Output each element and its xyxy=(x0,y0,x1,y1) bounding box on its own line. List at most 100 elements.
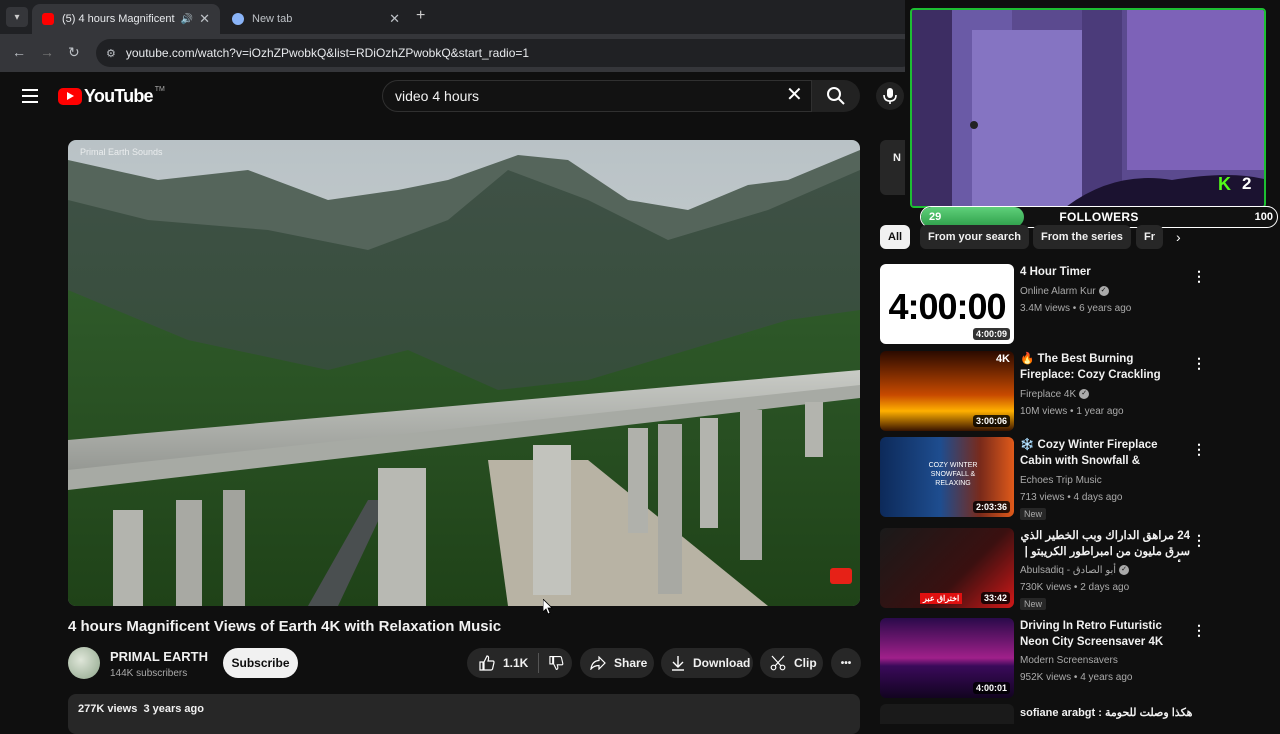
rec-thumbnail[interactable]: اختراق عبر 33:42 xyxy=(880,528,1014,608)
rec-meta: 10M views • 1 year ago xyxy=(1020,406,1124,417)
rec-item[interactable]: 4:00:00 4:00:09 4 Hour Timer Online Alar… xyxy=(880,264,1210,346)
menu-icon[interactable] xyxy=(22,89,38,103)
rec-channel: Online Alarm Kur xyxy=(1020,286,1096,297)
channel-name[interactable]: PRIMAL EARTH xyxy=(110,649,208,664)
rec-thumbnail[interactable]: COZY WINTER SNOWFALL & RELAXING 2:03:36 xyxy=(880,437,1014,517)
youtube-favicon-icon xyxy=(42,13,54,25)
forward-icon[interactable]: → xyxy=(40,44,54,60)
rec-channel-row[interactable]: Online Alarm Kur ✓ xyxy=(1020,286,1109,297)
more-options-icon[interactable]: ⋮ xyxy=(1192,268,1206,285)
back-icon[interactable]: ← xyxy=(12,44,26,60)
rec-item[interactable]: اختراق عبر 33:42 24 مراهق الداراك وبب ال… xyxy=(880,528,1210,610)
download-button[interactable]: Download xyxy=(661,648,753,678)
microphone-icon xyxy=(883,88,897,104)
rec-title[interactable]: Driving In Retro Futuristic Neon City Sc… xyxy=(1020,618,1190,650)
rec-channel-row[interactable]: Fireplace 4K ✓ xyxy=(1020,389,1090,400)
rec-views: 730K views xyxy=(1020,582,1072,593)
more-actions-button[interactable]: ••• xyxy=(831,648,861,678)
webcam-image xyxy=(912,10,1264,206)
new-tab-button[interactable]: + xyxy=(416,7,425,25)
scissors-icon xyxy=(770,655,786,671)
clip-button[interactable]: Clip xyxy=(760,648,823,678)
reload-icon[interactable]: ↻ xyxy=(68,44,80,61)
chip-partial[interactable]: Fr xyxy=(1136,225,1163,249)
rec-thumbnail[interactable]: 4:00:00 4:00:09 xyxy=(880,264,1014,344)
view-count-and-date: 277K views 3 years ago xyxy=(78,703,204,715)
browser-tab-new[interactable]: New tab ✕ xyxy=(222,4,410,34)
rec-duration: 3:00:06 xyxy=(972,415,1010,427)
rec-duration: 4:00:01 xyxy=(972,682,1010,694)
download-label: Download xyxy=(693,656,751,670)
share-button[interactable]: Share xyxy=(580,648,654,678)
rec-channel: Fireplace 4K xyxy=(1020,389,1077,400)
video-title: 4 hours Magnificent Views of Earth 4K wi… xyxy=(68,618,502,635)
rec-thumbnail-partial[interactable] xyxy=(880,704,1014,724)
more-options-icon[interactable]: ⋮ xyxy=(1192,441,1206,458)
verified-icon: ✓ xyxy=(1098,286,1109,297)
voice-search-button[interactable] xyxy=(876,82,904,110)
browser-tab-active[interactable]: (5) 4 hours Magnificent Views of Earth 4… xyxy=(32,4,220,34)
partial-card-letter: N xyxy=(893,152,901,164)
rec-channel[interactable]: Echoes Trip Music xyxy=(1020,475,1102,486)
site-info-icon[interactable]: ⚙ xyxy=(106,47,116,60)
more-options-icon[interactable]: ⋮ xyxy=(1192,532,1206,549)
chip-from-your-search[interactable]: From your search xyxy=(920,225,1029,249)
tab-search-button[interactable]: ▾ xyxy=(6,7,28,27)
view-count: 277K views xyxy=(78,703,138,715)
rec-channel[interactable]: Modern Screensavers xyxy=(1020,655,1118,666)
rec-title[interactable]: ❄️ Cozy Winter Fireplace Cabin with Snow… xyxy=(1020,437,1190,471)
clip-label: Clip xyxy=(794,656,817,670)
chip-all[interactable]: All xyxy=(880,225,911,249)
youtube-play-icon xyxy=(58,88,82,105)
like-dislike-group: 1.1K xyxy=(467,648,572,678)
address-bar[interactable]: ⚙ youtube.com/watch?v=iOzhZPwobkQ&list=R… xyxy=(96,39,916,67)
rec-channel: Abulsadiq - أبو الصادق xyxy=(1020,565,1117,576)
youtube-watermark-icon[interactable] xyxy=(830,568,852,584)
youtube-logo[interactable]: YouTube TM xyxy=(58,86,165,107)
video-player[interactable]: Primal Earth Sounds xyxy=(68,140,860,606)
filter-chips: All From your search From the series Fr xyxy=(880,225,1200,249)
rec-item[interactable]: COZY WINTER SNOWFALL & RELAXING 2:03:36 … xyxy=(880,437,1210,520)
thumbs-down-icon[interactable] xyxy=(549,655,564,671)
subscriber-count: 144K subscribers xyxy=(110,668,188,679)
like-count: 1.1K xyxy=(503,656,529,670)
clear-search-icon[interactable]: ✕ xyxy=(786,85,803,105)
more-options-icon[interactable]: ⋮ xyxy=(1192,355,1206,372)
rec-title-partial[interactable]: sofiane arabgt : هكذا وصلت للحومة xyxy=(1020,706,1200,719)
rec-age: 6 years ago xyxy=(1079,303,1132,314)
verified-icon: ✓ xyxy=(1079,389,1090,400)
like-button[interactable]: 1.1K xyxy=(479,655,528,671)
more-options-icon[interactable]: ⋮ xyxy=(1192,622,1206,639)
rec-item[interactable]: 4K 3:00:06 🔥 The Best Burning Fireplace:… xyxy=(880,351,1210,433)
speaker-icon[interactable]: 🔊 xyxy=(181,14,193,25)
rec-duration: 2:03:36 xyxy=(972,501,1010,513)
rec-title[interactable]: 24 مراهق الداراك وبب الخطير الذي سرق ملي… xyxy=(1020,528,1190,562)
new-badge: New xyxy=(1020,598,1047,610)
rec-duration: 4:00:09 xyxy=(972,328,1010,340)
rec-age: 2 days ago xyxy=(1080,582,1130,593)
search-icon xyxy=(827,87,845,105)
chrome-favicon-icon xyxy=(232,13,244,25)
search-input[interactable]: video 4 hours xyxy=(382,80,812,112)
rec-item[interactable]: 4:00:01 Driving In Retro Futuristic Neon… xyxy=(880,618,1210,700)
timer-thumb-text: 4:00:00 xyxy=(888,286,1006,327)
rec-title[interactable]: 🔥 The Best Burning Fireplace: Cozy Crack… xyxy=(1020,351,1190,385)
rec-age: 1 year ago xyxy=(1076,406,1124,417)
close-tab-icon[interactable]: ✕ xyxy=(199,11,210,27)
logo-trademark: TM xyxy=(154,86,165,93)
chevron-right-icon[interactable]: › xyxy=(1176,229,1181,245)
rec-thumbnail[interactable]: 4K 3:00:06 xyxy=(880,351,1014,431)
chip-from-the-series[interactable]: From the series xyxy=(1033,225,1131,249)
subscribe-button[interactable]: Subscribe xyxy=(223,648,298,678)
share-icon xyxy=(590,656,606,670)
webcam-feed xyxy=(910,8,1266,208)
channel-watermark: Primal Earth Sounds xyxy=(80,147,163,157)
kick-logo-icon: K xyxy=(1218,174,1231,194)
close-tab-icon[interactable]: ✕ xyxy=(389,11,400,27)
rec-thumbnail[interactable]: 4:00:01 xyxy=(880,618,1014,698)
rec-channel-row[interactable]: Abulsadiq - أبو الصادق ✓ xyxy=(1020,565,1130,576)
rec-title[interactable]: 4 Hour Timer xyxy=(1020,264,1190,280)
search-button[interactable] xyxy=(812,80,860,112)
channel-avatar[interactable] xyxy=(68,647,100,679)
partial-card[interactable]: N xyxy=(880,140,905,195)
